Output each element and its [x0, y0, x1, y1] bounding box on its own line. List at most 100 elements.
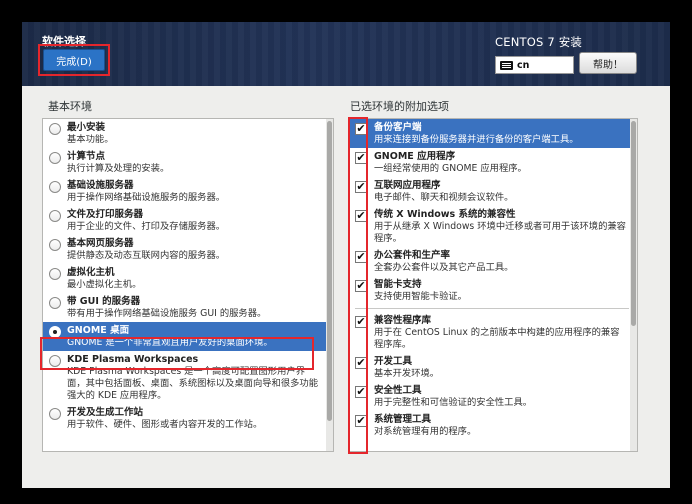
spoke-header: 软件选择 完成(D) CENTOS 7 安装 cn 帮助！: [22, 22, 670, 86]
environment-name: 开发及生成工作站: [67, 407, 144, 418]
environment-item[interactable]: 文件及打印服务器 用于企业的文件、打印及存储服务器。: [43, 206, 333, 235]
environment-item[interactable]: 计算节点 执行计算及处理的安装。: [43, 148, 333, 177]
environment-item[interactable]: 最小安装 基本功能。: [43, 119, 333, 148]
environment-item[interactable]: 基础设施服务器 用于操作网络基础设施服务的服务器。: [43, 177, 333, 206]
addons-list[interactable]: ✔ 备份客户端 用来连接到备份服务器并进行备份的客户端工具。 ✔ GNOME 应用程序一…: [348, 118, 638, 452]
environment-items: 最小安装 基本功能。 计算节点 执行计算及处理的安装。 基础设施服务器 用于操作网络基础设…: [43, 119, 333, 433]
environment-item[interactable]: 虚拟化主机 最小虚拟化主机。: [43, 264, 333, 293]
addon-item[interactable]: ✔ GNOME 应用程序 一组经常使用的 GNOME 应用程序。: [349, 148, 637, 177]
environment-name: KDE Plasma Workspaces: [67, 354, 199, 365]
radio-icon[interactable]: [49, 239, 61, 251]
radio-selected-icon[interactable]: [49, 326, 61, 338]
checkbox-checked-icon[interactable]: ✔: [355, 415, 367, 427]
addon-description: 电子邮件、聊天和视频会议软件。: [374, 192, 514, 203]
environment-name: 最小安装: [67, 122, 106, 133]
environment-name: GNOME 桌面: [67, 325, 130, 336]
environment-item[interactable]: 开发及生成工作站 用于软件、硬件、图形或者内容开发的工作站。: [43, 404, 333, 433]
environment-item[interactable]: GNOME 桌面 GNOME 是一个非常直观且用户友好的桌面环境。: [43, 322, 333, 351]
environment-description: 执行计算及处理的安装。: [67, 163, 170, 174]
addon-description: 用于从继承 X Windows 环境中迁移或者可用于该环境的兼容程序。: [374, 221, 626, 244]
environment-description: 用于企业的文件、打印及存储服务器。: [67, 221, 226, 232]
environment-name: 基础设施服务器: [67, 180, 134, 191]
done-button-highlight: 完成(D): [38, 44, 110, 76]
addon-item[interactable]: ✔ 办公套件和生产率 全套办公套件以及其它产品工具。: [349, 247, 637, 276]
software-selection-window: 软件选择 完成(D) CENTOS 7 安装 cn 帮助！ 基本环境 已选环境的…: [22, 22, 670, 488]
addons-label: 已选环境的附加选项: [350, 100, 449, 113]
addon-name: 兼容性程序库: [374, 315, 432, 326]
addon-item[interactable]: ✔ 兼容性程序库 用于在 CentOS Linux 的之前版本中构建的应用程序的兼容…: [349, 312, 637, 353]
environment-description: KDE Plasma Workspaces 是一个高度可配置图形用户界面，其中包…: [67, 366, 319, 401]
keyboard-icon: [500, 60, 513, 70]
checkbox-checked-icon[interactable]: ✔: [355, 280, 367, 292]
addon-description: 一组经常使用的 GNOME 应用程序。: [374, 163, 527, 174]
radio-icon[interactable]: [49, 268, 61, 280]
environment-scroll-thumb[interactable]: [327, 121, 332, 421]
addon-item[interactable]: ✔ 智能卡支持 支持使用智能卡验证。: [349, 276, 637, 305]
environment-description: 基本功能。: [67, 134, 114, 145]
addon-name: 互联网应用程序: [374, 180, 441, 191]
addon-description: 用于在 CentOS Linux 的之前版本中构建的应用程序的兼容程序库。: [374, 327, 620, 350]
addons-scrollbar[interactable]: [630, 119, 637, 451]
base-environment-label: 基本环境: [48, 100, 92, 113]
keyboard-layout-indicator[interactable]: cn: [495, 56, 574, 74]
addon-divider: [355, 308, 629, 309]
radio-icon[interactable]: [49, 123, 61, 135]
radio-icon[interactable]: [49, 152, 61, 164]
addon-item[interactable]: ✔ 安全性工具 用于完整性和可信验证的安全性工具。: [349, 382, 637, 411]
addon-item[interactable]: ✔ 开发工具 基本开发环境。: [349, 353, 637, 382]
environment-description: 用于操作网络基础设施服务的服务器。: [67, 192, 226, 203]
addon-description: 对系统管理有用的程序。: [374, 426, 477, 437]
environment-item[interactable]: KDE Plasma Workspaces KDE Plasma Workspac…: [43, 351, 333, 404]
radio-icon[interactable]: [49, 297, 61, 309]
environment-description: 用于软件、硬件、图形或者内容开发的工作站。: [67, 419, 263, 430]
environment-description: GNOME 是一个非常直观且用户友好的桌面环境。: [67, 337, 273, 348]
addon-name: 备份客户端: [374, 122, 422, 133]
base-environment-list[interactable]: 最小安装 基本功能。 计算节点 执行计算及处理的安装。 基础设施服务器 用于操作网络基础设…: [42, 118, 334, 452]
environment-name: 基本网页服务器: [67, 238, 134, 249]
checkbox-checked-icon[interactable]: ✔: [355, 386, 367, 398]
environment-description: 提供静态及动态互联网内容的服务器。: [67, 250, 226, 261]
checkbox-checked-icon[interactable]: ✔: [355, 316, 367, 328]
environment-name: 文件及打印服务器: [67, 209, 144, 220]
addon-description: 基本开发环境。: [374, 368, 440, 379]
addon-items: ✔ 备份客户端 用来连接到备份服务器并进行备份的客户端工具。 ✔ GNOME 应用程序一…: [349, 119, 637, 440]
radio-icon[interactable]: [49, 181, 61, 193]
product-title: CENTOS 7 安装: [495, 35, 583, 49]
addon-name: 安全性工具: [374, 385, 422, 396]
addon-description: 用于完整性和可信验证的安全性工具。: [374, 397, 533, 408]
environment-item[interactable]: 带 GUI 的服务器 带有用于操作网络基础设施服务 GUI 的服务器。: [43, 293, 333, 322]
checkbox-checked-icon[interactable]: ✔: [355, 152, 367, 164]
addon-item[interactable]: ✔ 传统 X Windows 系统的兼容性 用于从继承 X Windows 环境中迁…: [349, 206, 637, 247]
addon-name: 办公套件和生产率: [374, 250, 451, 261]
addon-name: 开发工具: [374, 356, 413, 367]
environment-item[interactable]: 基本网页服务器 提供静态及动态互联网内容的服务器。: [43, 235, 333, 264]
addon-description: 用来连接到备份服务器并进行备份的客户端工具。: [374, 134, 579, 145]
environment-name: 虚拟化主机: [67, 267, 115, 278]
addon-description: 全套办公套件以及其它产品工具。: [374, 262, 514, 273]
addons-scroll-thumb[interactable]: [631, 121, 636, 326]
done-button[interactable]: 完成(D): [43, 49, 105, 71]
environment-description: 最小虚拟化主机。: [67, 279, 142, 290]
checkbox-checked-icon[interactable]: ✔: [355, 251, 367, 263]
checkbox-checked-icon[interactable]: ✔: [355, 181, 367, 193]
addon-item[interactable]: ✔ 备份客户端 用来连接到备份服务器并进行备份的客户端工具。: [349, 119, 637, 148]
addon-item[interactable]: ✔ 互联网应用程序 电子邮件、聊天和视频会议软件。: [349, 177, 637, 206]
environment-scrollbar[interactable]: [326, 119, 333, 451]
addon-description: 支持使用智能卡验证。: [374, 291, 467, 302]
radio-icon[interactable]: [49, 408, 61, 420]
addon-item[interactable]: ✔ 系统管理工具 对系统管理有用的程序。: [349, 411, 637, 440]
help-button[interactable]: 帮助！: [579, 52, 637, 74]
addon-name: 系统管理工具: [374, 414, 432, 425]
checkbox-checked-icon[interactable]: ✔: [355, 123, 367, 135]
environment-name: 带 GUI 的服务器: [67, 296, 141, 307]
addon-name: 传统 X Windows 系统的兼容性: [374, 209, 516, 220]
radio-icon[interactable]: [49, 210, 61, 222]
environment-name: 计算节点: [67, 151, 106, 162]
addon-name: 智能卡支持: [374, 279, 422, 290]
checkbox-checked-icon[interactable]: ✔: [355, 210, 367, 222]
environment-description: 带有用于操作网络基础设施服务 GUI 的服务器。: [67, 308, 267, 319]
addon-name: GNOME 应用程序: [374, 151, 456, 162]
checkbox-checked-icon[interactable]: ✔: [355, 357, 367, 369]
radio-icon[interactable]: [49, 355, 61, 367]
keyboard-layout-label: cn: [517, 59, 530, 71]
